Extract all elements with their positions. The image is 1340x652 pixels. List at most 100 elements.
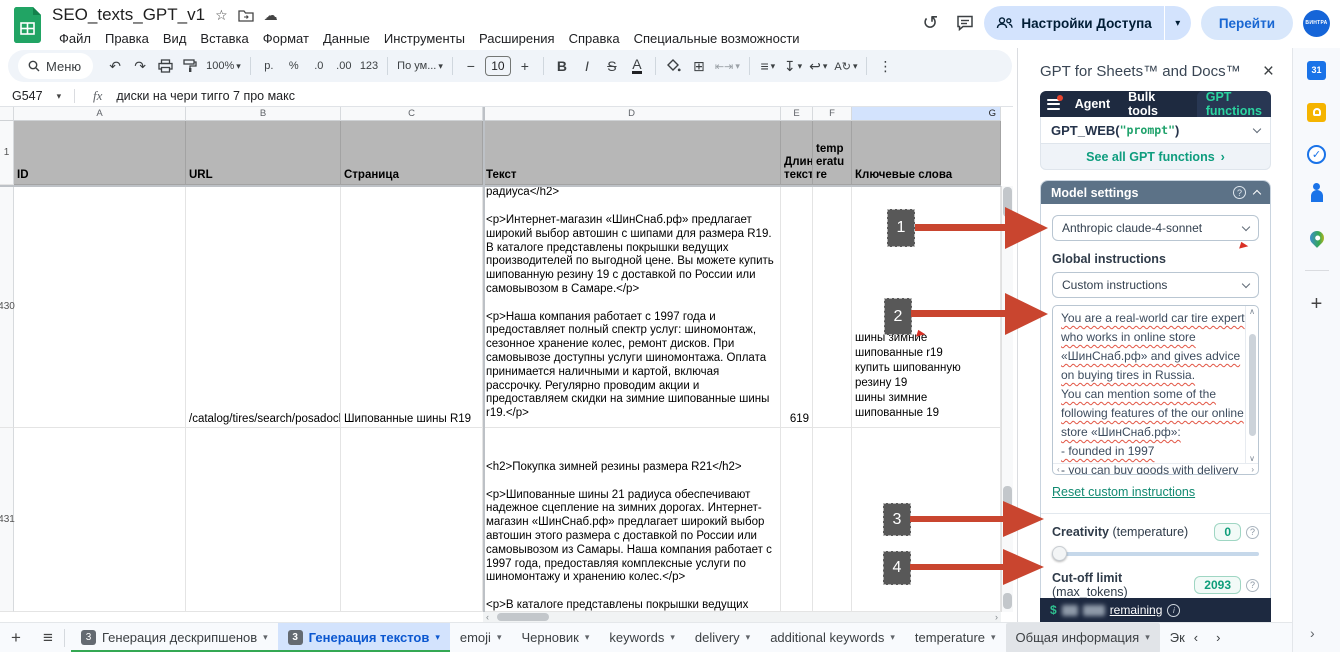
font-select[interactable]: По ум...▾ (395, 54, 445, 78)
menu-extensions[interactable]: Расширения (472, 29, 562, 48)
cell-c431[interactable] (341, 428, 483, 612)
horizontal-align-icon[interactable]: ≡▾ (757, 54, 779, 78)
sheet-tab-general-info[interactable]: Общая информация▾ (1006, 623, 1160, 652)
sheet-tab-truncated[interactable]: Эк (1160, 623, 1185, 652)
instructions-mode-select[interactable]: Custom instructions (1052, 272, 1259, 298)
tab-gpt-functions[interactable]: GPT functions (1197, 91, 1271, 117)
bold-button[interactable]: B (551, 54, 573, 78)
menu-accessibility[interactable]: Специальные возможности (627, 29, 807, 48)
sheet-tab-emoji[interactable]: emoji▾ (450, 623, 512, 652)
redo-icon[interactable]: ↷ (129, 54, 151, 78)
scroll-up-icon[interactable]: ∧ (1249, 307, 1255, 316)
share-button[interactable]: Настройки Доступа ▾ (984, 6, 1190, 40)
textarea-vertical-scrollbar[interactable]: ∧ ∨ (1245, 306, 1258, 464)
creativity-slider[interactable] (1052, 546, 1259, 561)
history-icon[interactable]: ↺ (914, 7, 946, 39)
cell-b1-url[interactable]: URL (186, 121, 341, 185)
maps-icon[interactable] (1307, 228, 1327, 248)
merge-cells-icon[interactable]: ⇤⇥▾ (713, 54, 742, 78)
contacts-icon[interactable] (1307, 186, 1327, 206)
column-header-f[interactable]: F (813, 107, 852, 121)
cutoff-value-input[interactable]: 2093 (1194, 576, 1241, 594)
currency-format-button[interactable]: р. (258, 54, 280, 78)
cell-f431[interactable] (813, 428, 852, 612)
reset-custom-instructions-link[interactable]: Reset custom instructions (1052, 485, 1195, 499)
help-icon[interactable]: ? (1233, 186, 1246, 199)
increase-decimal-button[interactable]: .00 (333, 54, 355, 78)
horizontal-scrollbar-thumb[interactable] (497, 613, 549, 621)
comment-icon[interactable] (956, 15, 974, 31)
panel-menu-icon[interactable] (1040, 99, 1066, 110)
fill-color-icon[interactable] (663, 54, 685, 78)
name-box[interactable]: G547 ▾ (0, 89, 74, 103)
select-all-corner[interactable] (0, 107, 14, 121)
cell-c430-page[interactable]: Шипованные шины R19 (341, 185, 483, 428)
paint-format-icon[interactable] (179, 54, 201, 78)
row-number[interactable]: 1 (0, 121, 14, 185)
model-settings-header[interactable]: Model settings ? (1041, 181, 1270, 204)
scroll-left-icon[interactable]: ‹ (483, 612, 492, 622)
cell-d1-text[interactable]: Текст (483, 121, 781, 185)
scroll-left-icon[interactable]: ‹ (1057, 465, 1060, 474)
go-button[interactable]: Перейти (1201, 6, 1293, 40)
column-header-b[interactable]: B (186, 107, 341, 121)
hide-side-panel-icon[interactable]: › (1310, 625, 1315, 641)
menu-tools[interactable]: Инструменты (377, 29, 472, 48)
menu-help[interactable]: Справка (562, 29, 627, 48)
cell-d430-text[interactable]: <h2>Купить зимние шипованные шины 19 рад… (483, 185, 781, 428)
increase-font-size-button[interactable]: + (514, 54, 536, 78)
cell-e430-length[interactable]: 619 (781, 185, 813, 428)
sheet-tab-draft[interactable]: Черновик▾ (511, 623, 599, 652)
scroll-down-icon[interactable]: ∨ (1249, 454, 1255, 463)
creativity-value-input[interactable]: 0 (1214, 523, 1241, 541)
borders-icon[interactable]: ⊞ (688, 54, 710, 78)
help-icon[interactable]: ? (1246, 579, 1259, 592)
help-icon[interactable]: ? (1246, 526, 1259, 539)
print-icon[interactable] (154, 54, 176, 78)
formula-input[interactable]: диски на чери тигго 7 про макс (116, 89, 295, 103)
keep-icon[interactable] (1307, 102, 1327, 122)
italic-button[interactable]: I (576, 54, 598, 78)
get-addons-icon[interactable]: + (1311, 293, 1323, 316)
tab-agent[interactable]: Agent (1066, 91, 1119, 117)
decrease-font-size-button[interactable]: − (460, 54, 482, 78)
textarea-scrollbar-thumb[interactable] (1249, 334, 1256, 436)
scroll-right-icon[interactable]: › (1251, 465, 1254, 474)
close-icon[interactable]: × (1263, 62, 1274, 81)
creativity-slider-thumb[interactable] (1052, 546, 1067, 561)
name-box-caret[interactable]: ▾ (57, 91, 62, 102)
sheet-tab-temperature[interactable]: temperature▾ (905, 623, 1006, 652)
cell-a1-id[interactable]: ID (14, 121, 186, 185)
sheet-tab-generation-descriptions[interactable]: 3 Генерация дескрипшенов▾ (71, 623, 278, 652)
menu-edit[interactable]: Правка (98, 29, 156, 48)
cell-a430[interactable] (14, 185, 186, 428)
vertical-scrollbar-segment[interactable] (1003, 593, 1012, 609)
column-header-e[interactable]: E (781, 107, 813, 121)
sheet-tab-additional-keywords[interactable]: additional keywords▾ (760, 623, 905, 652)
sheet-tab-generation-texts[interactable]: 3 Генерация текстов▾ (278, 623, 450, 652)
column-header-c[interactable]: C (341, 107, 483, 121)
tabs-scroll-left-icon[interactable]: ‹ (1185, 630, 1207, 645)
document-title[interactable]: SEO_texts_GPT_v1 (52, 5, 205, 25)
scroll-right-icon[interactable]: › (992, 612, 1001, 622)
cell-c1-page[interactable]: Страница (341, 121, 483, 185)
column-header-d[interactable]: D (483, 107, 781, 121)
share-dropdown-caret[interactable]: ▾ (1165, 18, 1191, 29)
menu-view[interactable]: Вид (156, 29, 194, 48)
info-icon[interactable]: i (1167, 604, 1180, 617)
sheets-logo-icon[interactable] (14, 7, 41, 43)
custom-instructions-textarea[interactable]: You are a real-world car tire expert who… (1052, 305, 1259, 475)
undo-icon[interactable]: ↶ (104, 54, 126, 78)
text-rotate-icon[interactable]: A↻▾ (832, 54, 859, 78)
menu-file[interactable]: Файл (52, 29, 98, 48)
star-icon[interactable]: ☆ (215, 7, 228, 24)
menu-insert[interactable]: Вставка (193, 29, 255, 48)
cell-b430-url[interactable]: /catalog/tires/search/posadochny (186, 185, 341, 428)
collapse-section-icon[interactable] (1253, 190, 1261, 198)
cloud-status-icon[interactable]: ☁ (264, 7, 278, 24)
cell-d431-text[interactable]: <h2>Покупка зимней резины размера R21</h… (483, 428, 781, 612)
number-format-button[interactable]: 123 (358, 54, 380, 78)
text-wrap-icon[interactable]: ↩▾ (807, 54, 829, 78)
all-sheets-icon[interactable]: ≡ (32, 628, 64, 648)
percent-format-button[interactable]: % (283, 54, 305, 78)
